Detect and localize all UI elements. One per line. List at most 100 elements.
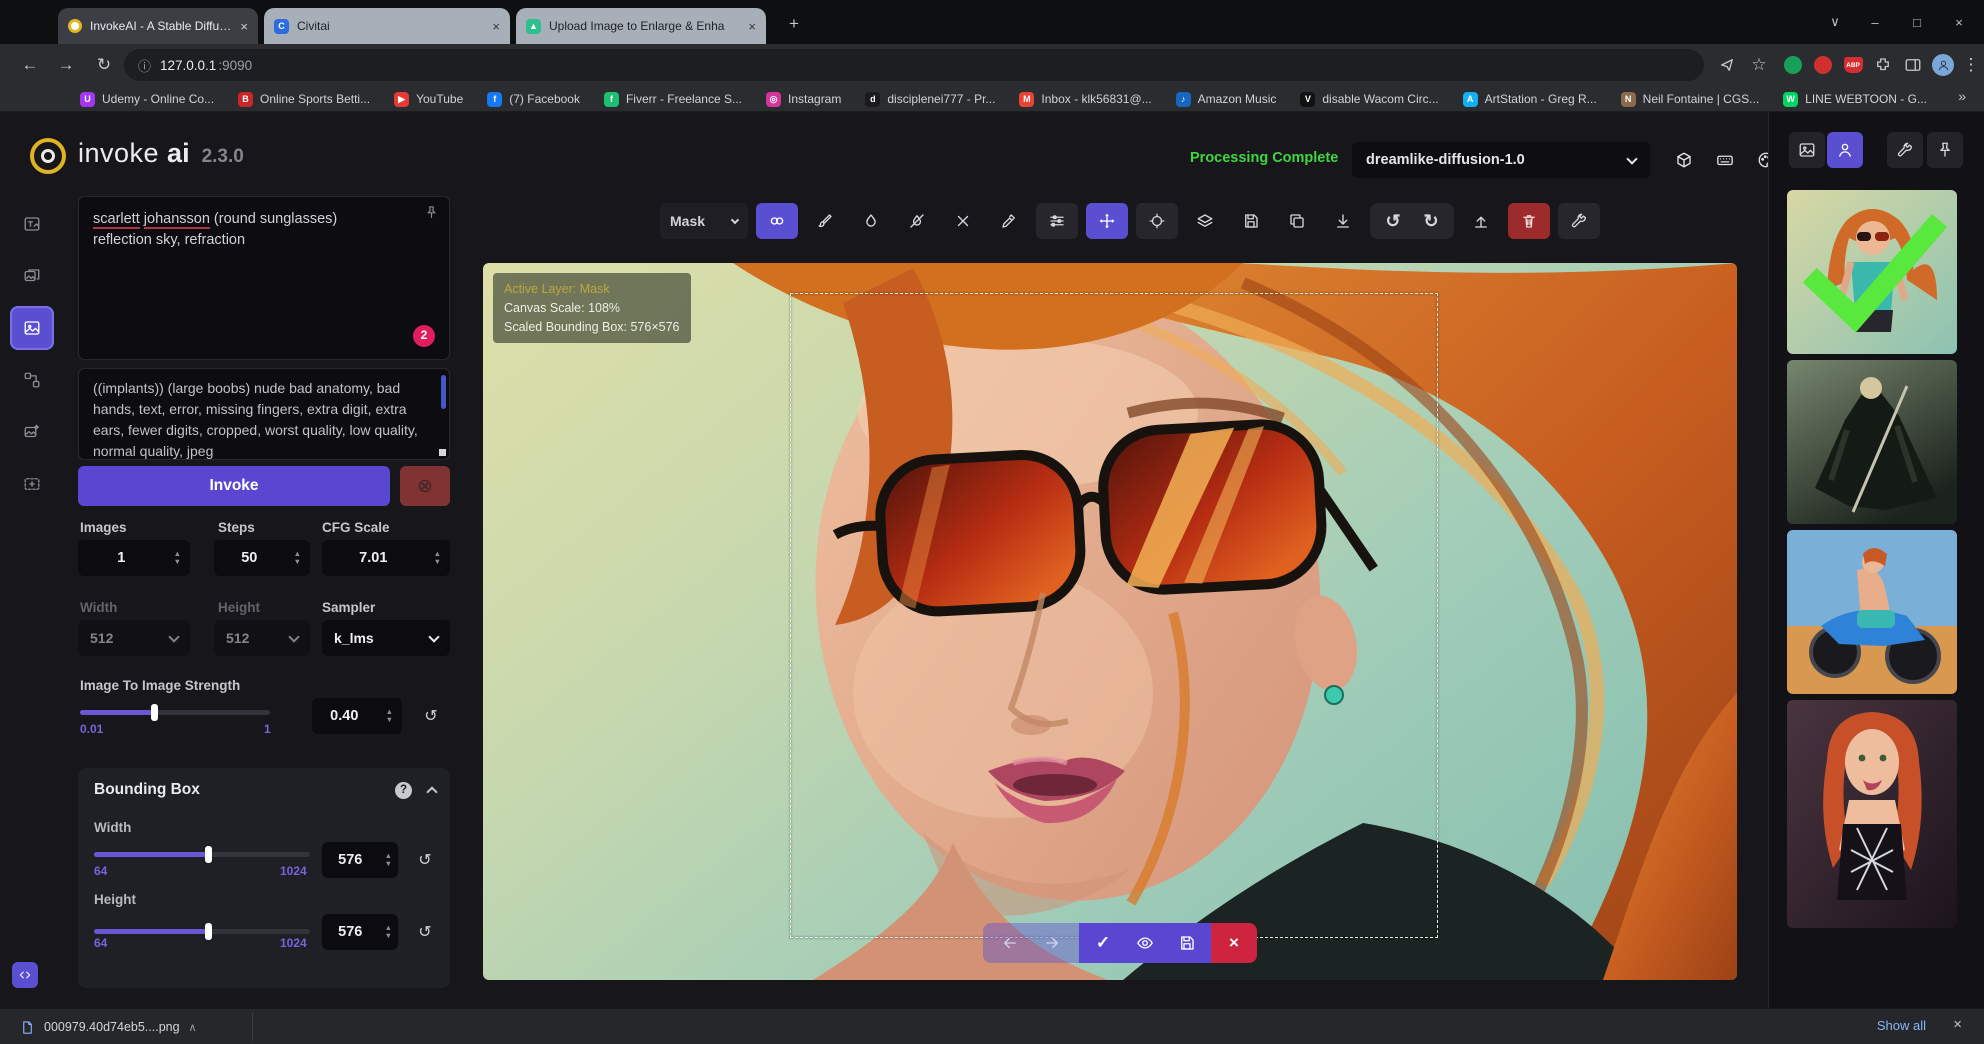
copy-canvas-button[interactable]: [1278, 203, 1316, 239]
slider-thumb[interactable]: [205, 846, 212, 863]
fill-erase-tool-button[interactable]: [898, 203, 936, 239]
save-to-gallery-button[interactable]: [1168, 924, 1206, 962]
window-minimize-button[interactable]: –: [1858, 8, 1892, 36]
tab-unified-canvas[interactable]: [10, 306, 54, 350]
tab-close-icon[interactable]: ×: [748, 19, 756, 34]
gallery-thumbnail-4[interactable]: [1787, 700, 1957, 928]
eraser-tool-button[interactable]: [852, 203, 890, 239]
stepper[interactable]: ▲▼: [379, 853, 398, 867]
download-item[interactable]: 000979.40d74eb5....png ∧: [10, 1013, 207, 1041]
bbox-height-input[interactable]: 576 ▲▼: [322, 914, 398, 950]
stepper[interactable]: ▲▼: [425, 551, 450, 565]
bookmark-amazon-music[interactable]: ♪Amazon Music: [1176, 92, 1277, 107]
address-bar[interactable]: ⓘ 127.0.0.1:9090: [124, 49, 1704, 81]
prompt-input[interactable]: scarlett johansson (round sunglasses) re…: [78, 196, 450, 360]
tab-upload-image[interactable]: ▲ Upload Image to Enlarge & Enha ×: [516, 8, 766, 44]
tab-nodes[interactable]: [10, 358, 54, 402]
bookmark-fiverr[interactable]: fFiverr - Freelance S...: [604, 92, 742, 107]
bookmark-artstation[interactable]: AArtStation - Greg R...: [1463, 92, 1597, 107]
window-maximize-button[interactable]: □: [1900, 8, 1934, 36]
slider-thumb[interactable]: [205, 923, 212, 940]
stepper[interactable]: ▲▼: [377, 709, 402, 723]
merge-layers-button[interactable]: [1186, 203, 1224, 239]
bbox-width-slider[interactable]: [94, 852, 310, 857]
layer-select[interactable]: Mask: [660, 203, 748, 239]
canvas-stage[interactable]: Active Layer: Mask Canvas Scale: 108% Sc…: [483, 263, 1737, 980]
gallery-settings-button[interactable]: [1887, 132, 1923, 168]
window-close-button[interactable]: ×: [1942, 8, 1976, 36]
gallery-images-tab[interactable]: [1789, 132, 1825, 168]
i2i-strength-input[interactable]: 0.40 ▲▼: [312, 698, 402, 734]
back-button[interactable]: ←: [14, 49, 46, 81]
bbox-height-reset-button[interactable]: ↺: [408, 915, 442, 949]
sampler-select[interactable]: k_lms: [322, 620, 450, 656]
tab-invokeai[interactable]: InvokeAI - A Stable Diffusion Too ×: [58, 8, 258, 44]
download-canvas-button[interactable]: [1324, 203, 1362, 239]
forward-button[interactable]: →: [50, 49, 82, 81]
reset-view-button[interactable]: [1136, 203, 1178, 239]
i2i-reset-button[interactable]: ↺: [414, 699, 448, 733]
extensions-puzzle-icon[interactable]: [1868, 50, 1898, 80]
tab-close-icon[interactable]: ×: [240, 19, 248, 34]
bookmark-facebook[interactable]: f(7) Facebook: [487, 92, 580, 107]
profile-avatar[interactable]: [1928, 50, 1958, 80]
bookmark-instagram[interactable]: ◎Instagram: [766, 92, 841, 107]
undo-button[interactable]: ↺: [1374, 203, 1412, 239]
height-select[interactable]: 512: [214, 620, 310, 656]
console-toggle-button[interactable]: [12, 962, 38, 988]
bookmark-udemy[interactable]: UUdemy - Online Co...: [80, 92, 214, 107]
redo-button[interactable]: ↻: [1412, 203, 1450, 239]
clear-mask-button[interactable]: [944, 203, 982, 239]
color-picker-button[interactable]: [990, 203, 1028, 239]
extension-icon-red[interactable]: [1808, 50, 1838, 80]
tab-text-to-image[interactable]: [10, 202, 54, 246]
window-menu-button[interactable]: ∨: [1818, 8, 1852, 36]
bbox-width-reset-button[interactable]: ↺: [408, 843, 442, 877]
gallery-thumbnail-1[interactable]: [1787, 190, 1957, 354]
new-tab-button[interactable]: +: [782, 12, 806, 36]
slider-thumb[interactable]: [151, 704, 158, 721]
bookmark-youtube[interactable]: ▶YouTube: [394, 92, 463, 107]
accept-image-button[interactable]: ✓: [1084, 924, 1122, 962]
reload-button[interactable]: ↻: [88, 49, 120, 81]
gallery-uploads-tab[interactable]: [1827, 132, 1863, 168]
adblock-extension-icon[interactable]: ABP: [1838, 50, 1868, 80]
collapse-chevron-icon[interactable]: [426, 786, 437, 797]
stepper[interactable]: ▲▼: [165, 551, 190, 565]
tab-civitai[interactable]: C Civitai ×: [264, 8, 510, 44]
model-select[interactable]: dreamlike-diffusion-1.0: [1352, 142, 1650, 178]
cfg-scale-input[interactable]: 7.01 ▲▼: [322, 540, 450, 576]
download-chevron-icon[interactable]: ∧: [189, 1021, 197, 1034]
tab-close-icon[interactable]: ×: [492, 19, 500, 34]
tab-post-processing[interactable]: [10, 410, 54, 454]
side-panel-icon[interactable]: [1898, 50, 1928, 80]
canvas-settings-button[interactable]: [1558, 203, 1600, 239]
brush-options-button[interactable]: [1036, 203, 1078, 239]
help-icon[interactable]: ?: [395, 782, 412, 799]
bookmark-star-icon[interactable]: ☆: [1744, 50, 1774, 80]
stepper[interactable]: ▲▼: [379, 925, 398, 939]
close-download-bar-icon[interactable]: ×: [1953, 1016, 1962, 1033]
bounding-box-selection[interactable]: [790, 293, 1438, 938]
mask-tool-button[interactable]: [756, 203, 798, 239]
pin-options-icon[interactable]: [424, 205, 439, 227]
brush-tool-button[interactable]: [806, 203, 844, 239]
show-all-downloads-link[interactable]: Show all: [1877, 1018, 1926, 1033]
save-canvas-button[interactable]: [1232, 203, 1270, 239]
site-info-icon[interactable]: ⓘ: [138, 56, 151, 75]
share-icon[interactable]: [1712, 50, 1742, 80]
show-hide-image-button[interactable]: [1126, 924, 1164, 962]
bbox-width-input[interactable]: 576 ▲▼: [322, 842, 398, 878]
model-manager-icon[interactable]: [1668, 143, 1700, 177]
discard-image-button[interactable]: ×: [1215, 924, 1253, 962]
resize-grip[interactable]: [439, 449, 446, 456]
move-tool-button[interactable]: [1086, 203, 1128, 239]
previous-image-button[interactable]: [991, 924, 1029, 962]
bookmark-neil-fontaine[interactable]: NNeil Fontaine | CGS...: [1621, 92, 1760, 107]
i2i-strength-slider[interactable]: [80, 710, 270, 715]
extension-icon-green[interactable]: [1778, 50, 1808, 80]
tab-image-to-image[interactable]: [10, 254, 54, 298]
upload-image-button[interactable]: [1462, 203, 1500, 239]
stepper[interactable]: ▲▼: [285, 551, 310, 565]
bookmarks-overflow-icon[interactable]: »: [1958, 88, 1966, 104]
